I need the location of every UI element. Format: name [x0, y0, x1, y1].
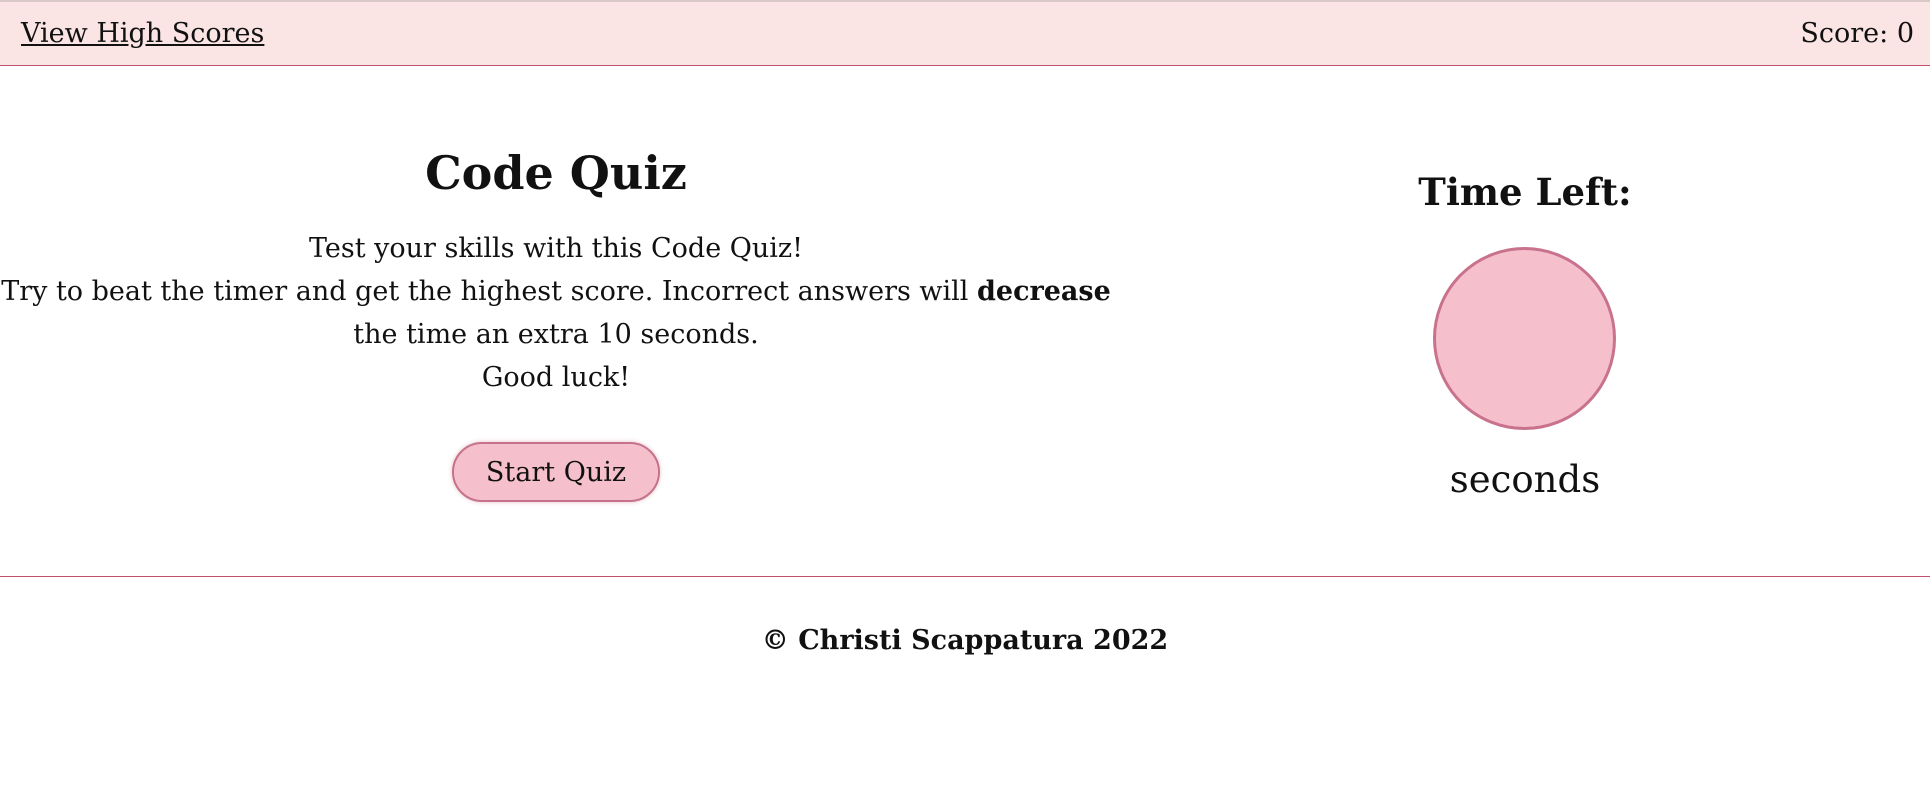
intro-panel: Code Quiz Test your skills with this Cod…	[0, 66, 1112, 576]
main-content: Code Quiz Test your skills with this Cod…	[0, 66, 1930, 576]
timer-unit-label: seconds	[1449, 458, 1601, 501]
time-left-label: Time Left:	[1418, 170, 1632, 214]
start-quiz-button[interactable]: Start Quiz	[452, 442, 660, 502]
intro-line-1: Test your skills with this Code Quiz!	[308, 233, 803, 264]
intro-line-2: Try to beat the timer and get the highes…	[0, 270, 1112, 313]
intro-description: Test your skills with this Code Quiz! Tr…	[0, 227, 1112, 399]
intro-line-3: the time an extra 10 seconds.	[353, 319, 759, 350]
intro-line-4: Good luck!	[481, 362, 631, 393]
footer-divider	[0, 576, 1930, 577]
footer-copyright: © Christi Scappatura 2022	[761, 625, 1169, 656]
score-display: Score: 0	[1800, 18, 1914, 49]
intro-line-2-text: Try to beat the timer and get the highes…	[1, 276, 978, 307]
timer-panel: Time Left: seconds	[1330, 66, 1720, 576]
page-title: Code Quiz	[425, 146, 687, 200]
top-bar: View High Scores Score: 0	[0, 0, 1930, 66]
timer-circle	[1433, 247, 1616, 430]
intro-line-2-bold: decrease	[977, 276, 1111, 307]
view-high-scores-link[interactable]: View High Scores	[21, 18, 264, 49]
